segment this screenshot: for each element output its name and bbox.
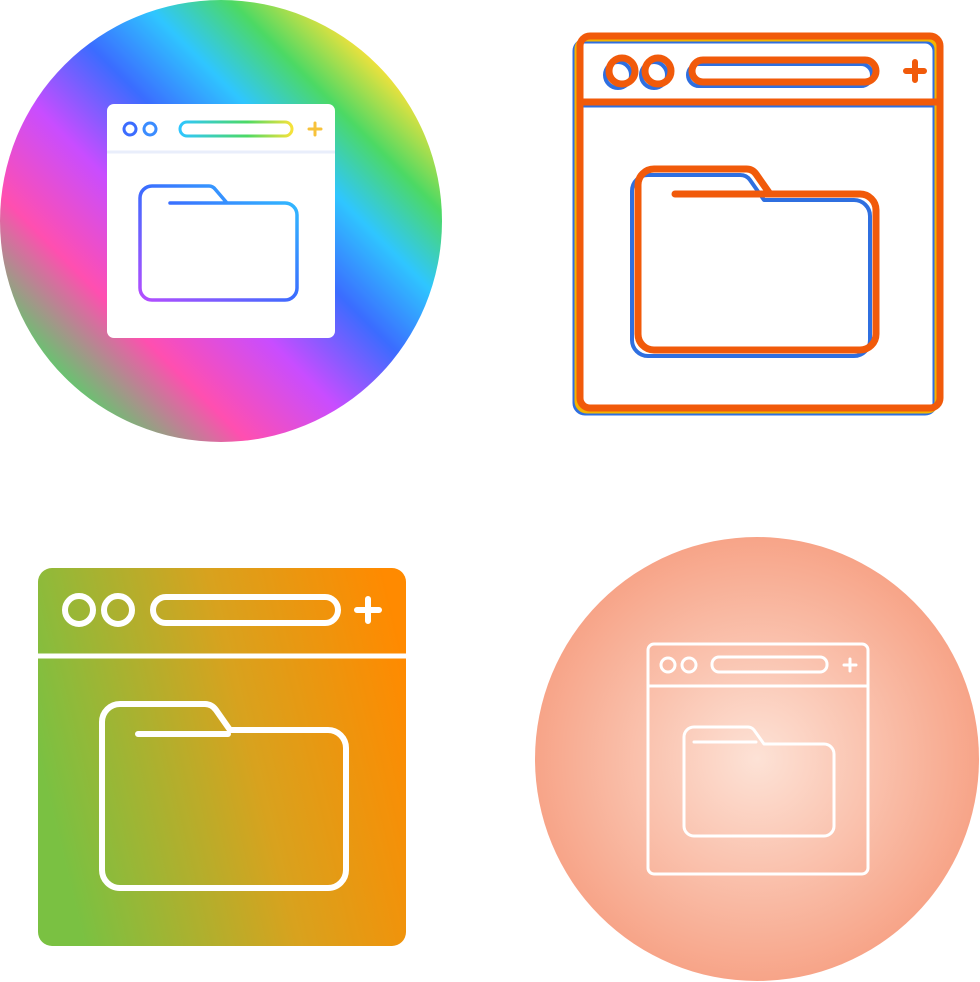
icon-grid <box>0 0 980 982</box>
rainbow-browser-folder-icon <box>0 0 445 445</box>
outline-browser-folder-icon <box>570 28 950 420</box>
solid-browser-folder-icon <box>36 566 408 948</box>
peach-browser-folder-icon <box>534 536 980 982</box>
